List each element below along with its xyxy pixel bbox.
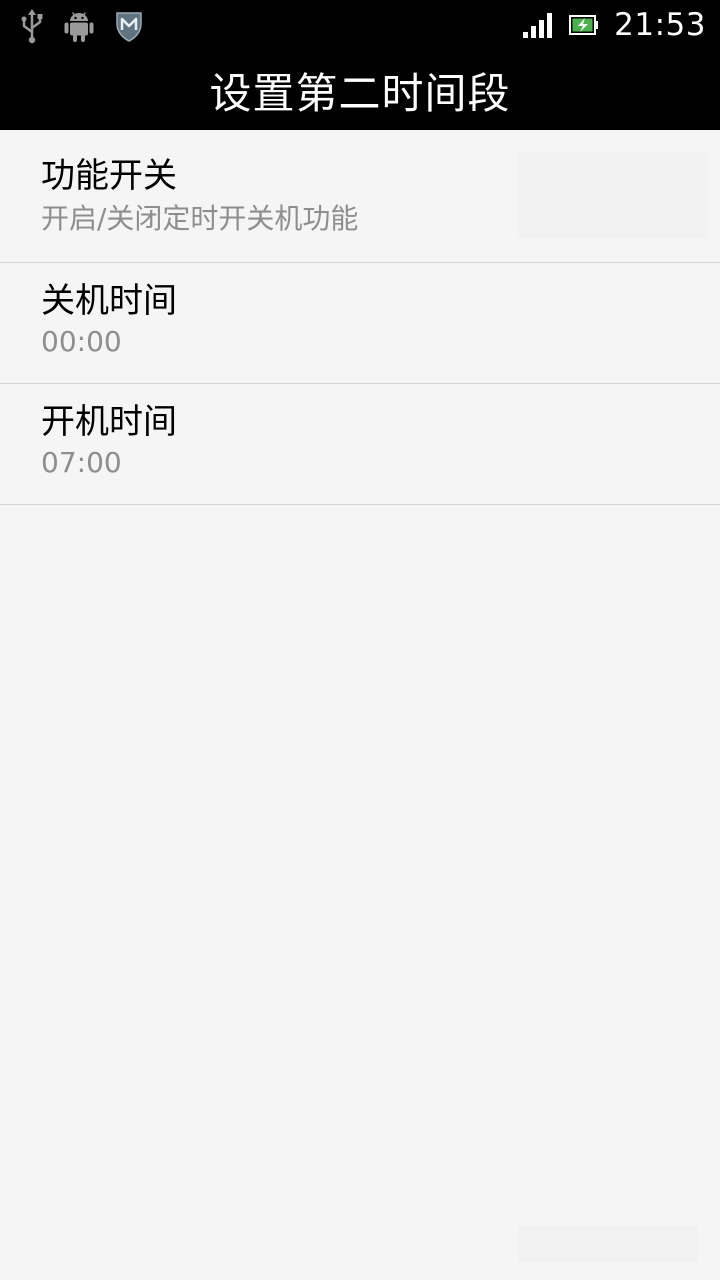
system-icons: 21:53 [522,0,706,50]
mcafee-shield-icon [116,12,142,42]
settings-list: 功能开关 开启/关闭定时开关机功能 关机时间 00:00 开机时间 07:00 [0,130,720,505]
pref-summary: 07:00 [41,446,122,479]
pref-title: 功能开关 [41,156,177,196]
pref-title: 开机时间 [41,402,177,442]
feature-toggle[interactable] [518,152,708,238]
usb-icon [21,9,43,44]
pref-shutdown-time[interactable]: 关机时间 00:00 [0,263,720,384]
title-bar: 设置第二时间段 [0,50,720,130]
pref-boot-time[interactable]: 开机时间 07:00 [0,384,720,505]
status-clock: 21:53 [614,7,706,43]
signal-icon [523,13,553,38]
pref-title: 关机时间 [41,281,177,321]
android-debug-icon [64,12,94,42]
notification-icons [20,6,144,46]
page-title: 设置第二时间段 [209,68,511,118]
bottom-faint-panel [518,1226,698,1262]
pref-feature-switch[interactable]: 功能开关 开启/关闭定时开关机功能 [0,130,720,263]
status-bar: 21:53 [0,0,720,50]
pref-summary: 开启/关闭定时开关机功能 [41,202,359,235]
battery-charging-icon [569,15,599,35]
pref-summary: 00:00 [41,325,122,358]
